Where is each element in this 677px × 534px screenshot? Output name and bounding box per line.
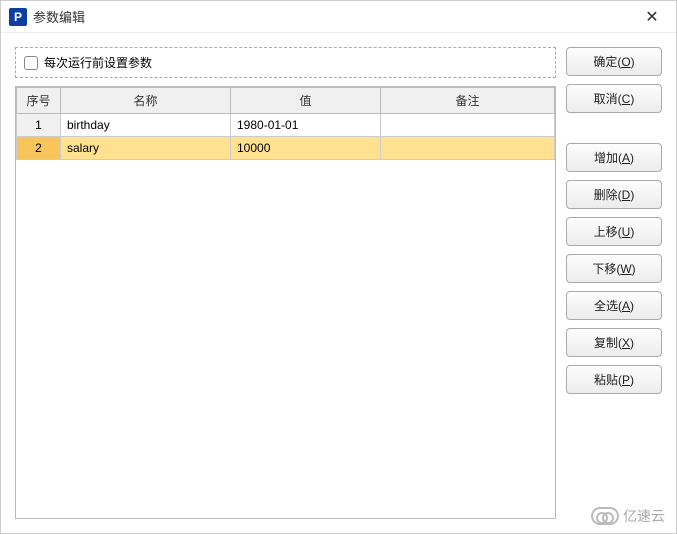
params-table: 序号 名称 值 备注 1 birthday 1980-01-01 <box>16 87 555 160</box>
window-title: 参数编辑 <box>33 7 636 26</box>
cancel-button[interactable]: 取消(C) <box>566 84 662 113</box>
ok-button[interactable]: 确定(O) <box>566 47 662 76</box>
pre-run-checkbox-container[interactable]: 每次运行前设置参数 <box>15 47 556 78</box>
cell-value[interactable]: 1980-01-01 <box>231 114 381 137</box>
cell-name[interactable]: salary <box>61 137 231 160</box>
table-header-row: 序号 名称 值 备注 <box>17 88 555 114</box>
th-name[interactable]: 名称 <box>61 88 231 114</box>
titlebar: P 参数编辑 ✕ <box>1 1 676 33</box>
move-down-button[interactable]: 下移(W) <box>566 254 662 283</box>
th-value[interactable]: 值 <box>231 88 381 114</box>
button-column: 确定(O) 取消(C) 增加(A) 删除(D) 上移(U) 下移(W) 全选(A… <box>566 47 662 519</box>
cell-name[interactable]: birthday <box>61 114 231 137</box>
add-button[interactable]: 增加(A) <box>566 143 662 172</box>
content-area: 每次运行前设置参数 序号 名称 值 备注 1 <box>1 33 676 533</box>
app-icon: P <box>9 8 27 26</box>
pre-run-checkbox-label: 每次运行前设置参数 <box>44 54 152 71</box>
table-row[interactable]: 1 birthday 1980-01-01 <box>17 114 555 137</box>
params-table-container: 序号 名称 值 备注 1 birthday 1980-01-01 <box>15 86 556 519</box>
copy-button[interactable]: 复制(X) <box>566 328 662 357</box>
select-all-button[interactable]: 全选(A) <box>566 291 662 320</box>
cell-remark[interactable] <box>381 137 555 160</box>
paste-button[interactable]: 粘贴(P) <box>566 365 662 394</box>
pre-run-checkbox[interactable] <box>24 56 38 70</box>
cell-seq: 2 <box>17 137 61 160</box>
main-area: 每次运行前设置参数 序号 名称 值 备注 1 <box>15 47 556 519</box>
table-row[interactable]: 2 salary 10000 <box>17 137 555 160</box>
th-seq[interactable]: 序号 <box>17 88 61 114</box>
table-body: 1 birthday 1980-01-01 2 salary 10000 <box>17 114 555 160</box>
cell-value[interactable]: 10000 <box>231 137 381 160</box>
move-up-button[interactable]: 上移(U) <box>566 217 662 246</box>
close-icon[interactable]: ✕ <box>636 7 668 27</box>
button-spacer <box>566 121 662 135</box>
dialog-window: P 参数编辑 ✕ 每次运行前设置参数 序号 名称 值 备注 <box>0 0 677 534</box>
delete-button[interactable]: 删除(D) <box>566 180 662 209</box>
cell-seq: 1 <box>17 114 61 137</box>
cell-remark[interactable] <box>381 114 555 137</box>
th-remark[interactable]: 备注 <box>381 88 555 114</box>
